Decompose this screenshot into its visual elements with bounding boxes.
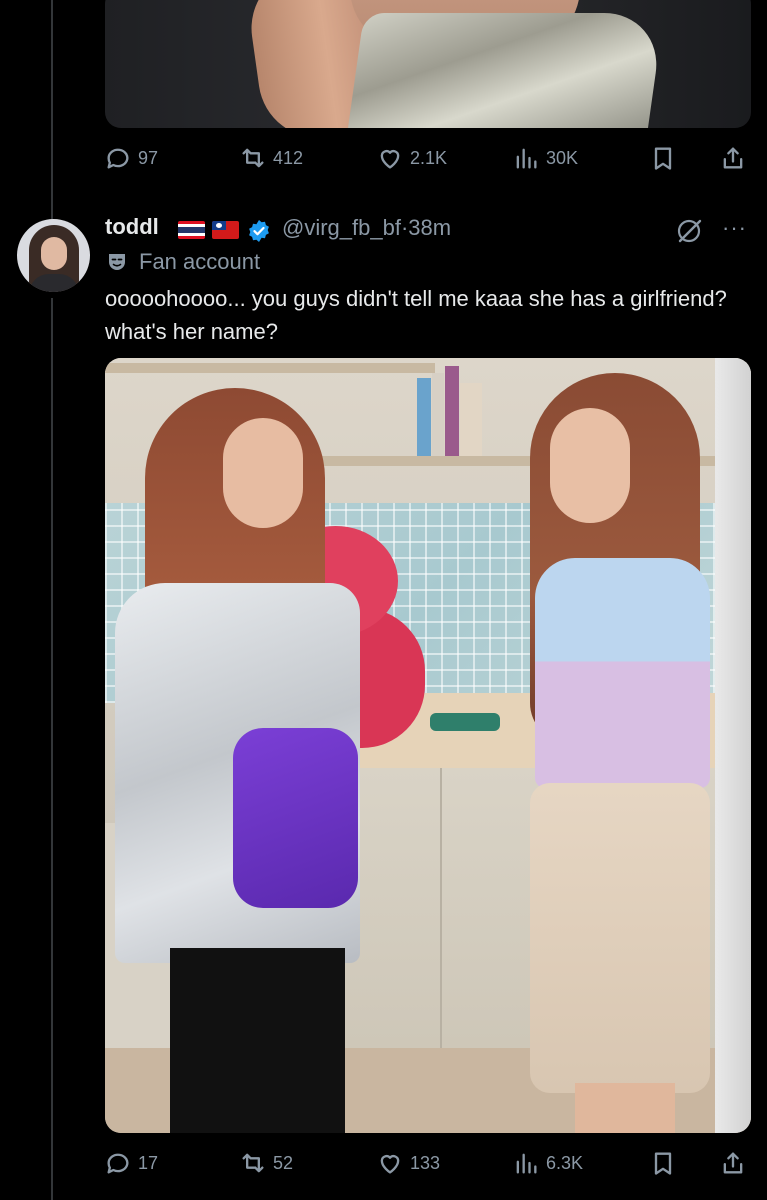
dumbbell (430, 713, 500, 731)
person-left-pants (170, 948, 345, 1133)
heart-icon (380, 150, 400, 169)
taiwan-flag-icon (212, 221, 239, 239)
tweet-actions: 17 52 133 6.3K (104, 1146, 754, 1180)
reply-icon (107, 148, 129, 169)
handle[interactable]: @virg_fb_bf (282, 215, 401, 240)
repost-icon (242, 148, 264, 168)
grok-icon[interactable] (675, 217, 703, 245)
parody-mask-icon (109, 254, 125, 270)
cabinet-seam (440, 768, 442, 1068)
views-count: 30K (546, 147, 579, 168)
person-left-jersey-number (233, 728, 358, 908)
photo-book (460, 383, 482, 456)
previous-tweet-actions: 97 412 2.1K 30K (104, 141, 754, 175)
person-right-skirt (530, 783, 710, 1093)
views-button[interactable]: 6.3K (512, 1149, 583, 1177)
share-icon (723, 147, 743, 169)
timestamp[interactable]: 38m (408, 215, 451, 240)
avatar[interactable] (17, 219, 90, 292)
heart-icon (380, 1155, 400, 1174)
like-button[interactable]: 133 (376, 1149, 440, 1177)
share-icon (723, 1152, 743, 1174)
media-skirt (345, 13, 665, 128)
photo-shelf-top (105, 363, 435, 373)
tweet-photo[interactable] (105, 358, 751, 1133)
thread-line-top (51, 0, 53, 222)
bookmark-icon (654, 1152, 672, 1175)
like-count: 133 (410, 1152, 441, 1173)
views-button[interactable]: 30K (512, 144, 578, 172)
thailand-flag-icon (178, 221, 205, 239)
person-right-face (550, 408, 630, 523)
photo-fridge (715, 358, 751, 1133)
views-count: 6.3K (546, 1152, 584, 1173)
reply-button[interactable]: 97 (104, 144, 158, 172)
repost-count: 412 (273, 147, 304, 168)
share-button[interactable] (719, 1149, 747, 1177)
tweet-text: ooooohoooo... you guys didn't tell me ka… (105, 286, 727, 344)
previous-tweet-media[interactable] (105, 0, 751, 128)
avatar-face (41, 237, 67, 270)
thread-line-bottom (51, 298, 53, 1200)
share-button[interactable] (719, 144, 747, 172)
person-right-legs (575, 1083, 675, 1133)
bookmark-button[interactable] (649, 144, 677, 172)
handle-and-time[interactable]: @virg_fb_bf·38m (282, 215, 451, 241)
reply-count: 17 (138, 1152, 159, 1173)
reply-icon (107, 1153, 129, 1174)
more-icon[interactable]: ··· (722, 215, 747, 241)
bookmark-button[interactable] (649, 1149, 677, 1177)
reply-count: 97 (138, 147, 159, 168)
verified-badge-icon (249, 220, 269, 242)
photo-book (417, 378, 431, 456)
label-text: Fan account (139, 249, 261, 274)
account-label[interactable]: Fan account (105, 249, 260, 275)
like-button[interactable]: 2.1K (376, 144, 447, 172)
photo-book (445, 366, 459, 456)
views-icon (516, 1153, 537, 1174)
views-icon (516, 148, 537, 169)
repost-button[interactable]: 412 (239, 144, 303, 172)
repost-count: 52 (273, 1152, 294, 1173)
repost-button[interactable]: 52 (239, 1149, 293, 1177)
bookmark-icon (654, 147, 672, 170)
photo-book (432, 373, 444, 456)
flag-sun (216, 223, 222, 228)
person-left-face (223, 418, 303, 528)
display-name[interactable]: toddl (105, 214, 159, 240)
person-right-top (535, 558, 710, 788)
like-count: 2.1K (410, 147, 448, 168)
reply-button[interactable]: 17 (104, 1149, 158, 1177)
flag-canton (212, 221, 226, 230)
repost-icon (242, 1153, 264, 1173)
